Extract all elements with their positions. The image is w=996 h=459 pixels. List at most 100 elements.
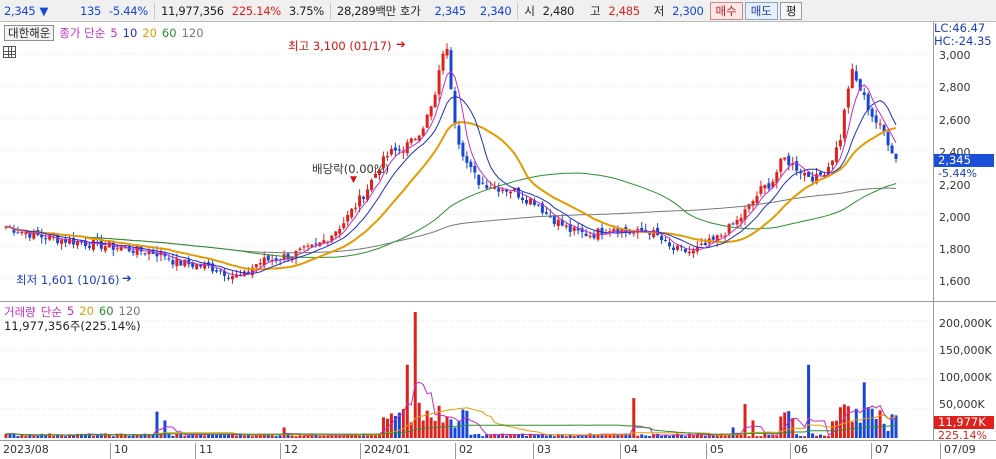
candle-body <box>675 245 679 250</box>
volume-bar <box>878 410 882 438</box>
candle-body <box>91 239 95 250</box>
volume-bar <box>552 436 556 438</box>
candle-body <box>874 115 878 123</box>
lc-text: LC:46.47 <box>934 21 986 35</box>
candle-body <box>135 245 139 255</box>
divider <box>329 2 331 19</box>
volume-bar <box>449 419 453 438</box>
volume-bar <box>274 436 278 438</box>
candle-body <box>862 92 866 96</box>
volume-bar <box>203 435 207 438</box>
date-tick-label: 02 <box>455 443 473 459</box>
current-volume-badge: 11,977K <box>934 416 994 429</box>
candle-body <box>246 271 250 274</box>
candle-body <box>457 125 461 145</box>
candle-body <box>175 258 179 267</box>
volume-bar <box>338 436 342 438</box>
candle-body <box>119 247 123 251</box>
volume-bar <box>866 407 870 438</box>
volume-bar <box>219 434 223 438</box>
price-chart[interactable] <box>0 22 933 440</box>
date-tick-label: 06 <box>790 443 808 459</box>
date-tick-label: 07 <box>871 443 889 459</box>
candle-body <box>103 246 107 251</box>
volume-bar <box>318 435 322 438</box>
volume-bar <box>675 433 679 438</box>
volume-bar <box>326 435 330 438</box>
volume-bar <box>389 413 393 438</box>
volume-bar <box>290 435 294 438</box>
candle-body <box>469 161 473 168</box>
volume-bar <box>826 436 830 438</box>
chart-area[interactable]: 대한해운 종가 단순 5 10 20 60 120 최고 3,100 (01/1… <box>0 22 996 459</box>
candle-body <box>787 155 791 166</box>
candle-body <box>842 109 846 139</box>
volume-bar <box>107 434 111 438</box>
high-annotation: 최고 3,100 (01/17) <box>288 39 392 53</box>
candle-body <box>691 250 695 254</box>
price: 2,345 <box>4 3 36 18</box>
candle-body <box>437 70 441 95</box>
candle-body <box>735 219 739 225</box>
candle-body <box>24 232 28 235</box>
candle-body <box>370 179 374 190</box>
candle-body <box>850 68 854 89</box>
candle-body <box>266 255 270 261</box>
volume-bar <box>171 435 175 438</box>
candle-body <box>608 231 612 233</box>
volume-bar <box>489 435 493 438</box>
volume-bar <box>298 435 302 438</box>
candle-body <box>485 185 489 189</box>
price-tick-label: 1,800 <box>939 243 971 256</box>
open-price: 2,480 <box>542 3 575 18</box>
candle-body <box>314 243 318 245</box>
candle-body <box>664 239 668 241</box>
candle-body <box>147 251 151 255</box>
volume-bar <box>830 421 834 438</box>
sell-button[interactable]: 매도 <box>744 1 778 20</box>
price-legend: 대한해운 종가 단순 5 10 20 60 120 <box>4 25 204 41</box>
low-price: 2,300 <box>672 3 704 18</box>
volume-bar <box>572 435 576 438</box>
volume-bar <box>644 435 648 438</box>
volume-bar <box>322 435 326 438</box>
company-name[interactable]: 대한해운 <box>4 25 55 41</box>
volume-bar <box>445 416 449 438</box>
candle-body <box>497 188 501 192</box>
candle-body <box>358 195 362 207</box>
volume-bar <box>91 435 95 438</box>
volume-bar <box>683 436 687 438</box>
volume-bar <box>469 434 473 438</box>
high-price: 2,485 <box>608 3 640 18</box>
candle-body <box>441 53 445 71</box>
volume-bar <box>576 435 580 438</box>
grid-icon[interactable] <box>3 46 16 58</box>
volume-bar <box>187 435 191 438</box>
volume-bar <box>544 435 548 438</box>
candle-body <box>115 248 119 250</box>
volume-bar <box>842 404 846 438</box>
volume-bar <box>886 430 890 438</box>
average-button[interactable]: 평 <box>779 1 803 20</box>
candle-body <box>131 250 135 253</box>
volume-bar <box>223 435 227 438</box>
volume-bar <box>759 436 763 438</box>
buy-button[interactable]: 매수 <box>709 1 743 20</box>
volume-bar <box>465 410 469 438</box>
volume-bar <box>632 398 636 438</box>
candle-body <box>199 264 203 267</box>
volume-bar <box>167 434 171 438</box>
volume-bar <box>461 409 465 438</box>
volume-bar <box>183 435 187 438</box>
candle-body <box>731 223 735 225</box>
low-arrow-icon: ➔ <box>122 271 132 285</box>
volume-bar <box>509 434 513 438</box>
volume-bar <box>457 421 461 438</box>
candle-body <box>393 147 397 151</box>
candle-body <box>306 245 310 247</box>
legend-ma60: 60 <box>161 26 177 40</box>
high-arrow-icon: ➔ <box>396 37 406 51</box>
divider <box>517 2 519 19</box>
volume-bar <box>36 436 40 438</box>
date-tick-label: 04 <box>620 443 638 459</box>
